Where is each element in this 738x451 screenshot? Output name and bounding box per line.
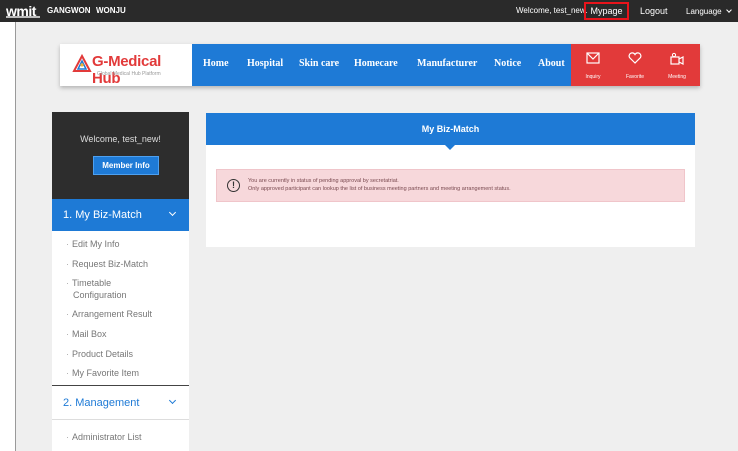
logout-link[interactable]: Logout	[640, 6, 668, 16]
nav-home[interactable]: Home	[203, 58, 229, 69]
alert-line-1: You are currently in status of pending a…	[248, 178, 399, 184]
sidebar-item-arrangement-result[interactable]: · Arrangement Result	[66, 308, 152, 320]
language-select[interactable]: Language	[686, 7, 732, 16]
region-wonju: WONJU	[96, 6, 126, 15]
nav-homecare[interactable]: Homecare	[354, 58, 398, 69]
welcome-text: Welcome, test_new.	[516, 6, 588, 15]
main-panel: My Biz-Match ! You are currently in stat…	[206, 113, 695, 247]
sidebar-item-mail-box[interactable]: · Mail Box	[66, 328, 107, 340]
sidebar-welcome-text: Welcome, test_new!	[80, 134, 161, 144]
logo-title: G-Medical Hub	[92, 53, 161, 87]
logo-triangle-icon	[72, 54, 92, 72]
member-info-button[interactable]: Member Info	[93, 156, 159, 175]
chevron-down-icon	[725, 7, 732, 13]
sidebar-section-label: 2. Management	[63, 397, 140, 409]
sidebar-section-my-biz-match[interactable]: 1. My Biz-Match	[52, 199, 189, 231]
site-header: G-Medical Hub Global Medical Hub Platfor…	[60, 44, 700, 87]
mail-icon	[586, 52, 600, 64]
region-gangwon: GANGWON	[47, 6, 91, 15]
title-arrow	[445, 145, 455, 150]
exclamation-circle-icon: !	[227, 179, 240, 192]
chevron-down-icon	[168, 396, 177, 405]
nav-manufacturer[interactable]: Manufacturer	[417, 58, 477, 69]
nav-hospital[interactable]: Hospital	[247, 58, 283, 69]
page-title: My Biz-Match	[206, 113, 695, 145]
sidebar-item-my-favorite-item[interactable]: · My Favorite Item	[66, 367, 139, 379]
sidebar-item-request-biz-match[interactable]: · Request Biz-Match	[66, 258, 148, 270]
favorite-label: Favorite	[625, 74, 645, 80]
site-logo[interactable]: G-Medical Hub Global Medical Hub Platfor…	[60, 44, 192, 87]
wmit-logo-underline	[6, 16, 40, 18]
sidebar-item-administrator-list[interactable]: · Administrator List	[66, 431, 142, 443]
sidebar-section-label: 1. My Biz-Match	[63, 209, 142, 221]
pending-approval-alert: ! You are currently in status of pending…	[216, 169, 685, 202]
video-icon	[670, 52, 684, 65]
sidebar-item-product-details[interactable]: · Product Details	[66, 348, 133, 360]
sidebar-item-timetable-configuration[interactable]: · Timetable Configuration	[66, 277, 127, 301]
nav-about[interactable]: About	[538, 58, 565, 69]
meeting-label: Meeting	[668, 74, 686, 80]
language-label: Language	[686, 7, 722, 16]
mypage-link[interactable]: Mypage	[584, 2, 629, 20]
logo-subtitle: Global Medical Hub Platform	[97, 71, 161, 77]
favorite-button[interactable]: Favorite	[615, 44, 655, 86]
heart-icon	[628, 52, 642, 64]
inquiry-label: Inquiry	[585, 74, 601, 80]
nav-notice[interactable]: Notice	[494, 58, 521, 69]
nav-skin-care[interactable]: Skin care	[299, 58, 339, 69]
sidebar-item-edit-my-info[interactable]: · Edit My Info	[66, 238, 120, 250]
sidebar-menu: 1. My Biz-Match · Edit My Info · Request B…	[52, 199, 189, 451]
chevron-down-icon	[168, 208, 177, 217]
quick-menu: Inquiry Favorite Meeting	[571, 44, 700, 86]
alert-line-2: Only approved participant can lookup the…	[248, 186, 511, 192]
top-bar: wmit GANGWON WONJU Welcome, test_new. My…	[0, 0, 738, 22]
inquiry-button[interactable]: Inquiry	[573, 44, 613, 86]
sidebar-profile: Welcome, test_new! Member Info	[52, 112, 189, 199]
meeting-button[interactable]: Meeting	[657, 44, 697, 86]
sidebar-section-management[interactable]: 2. Management	[52, 386, 189, 420]
